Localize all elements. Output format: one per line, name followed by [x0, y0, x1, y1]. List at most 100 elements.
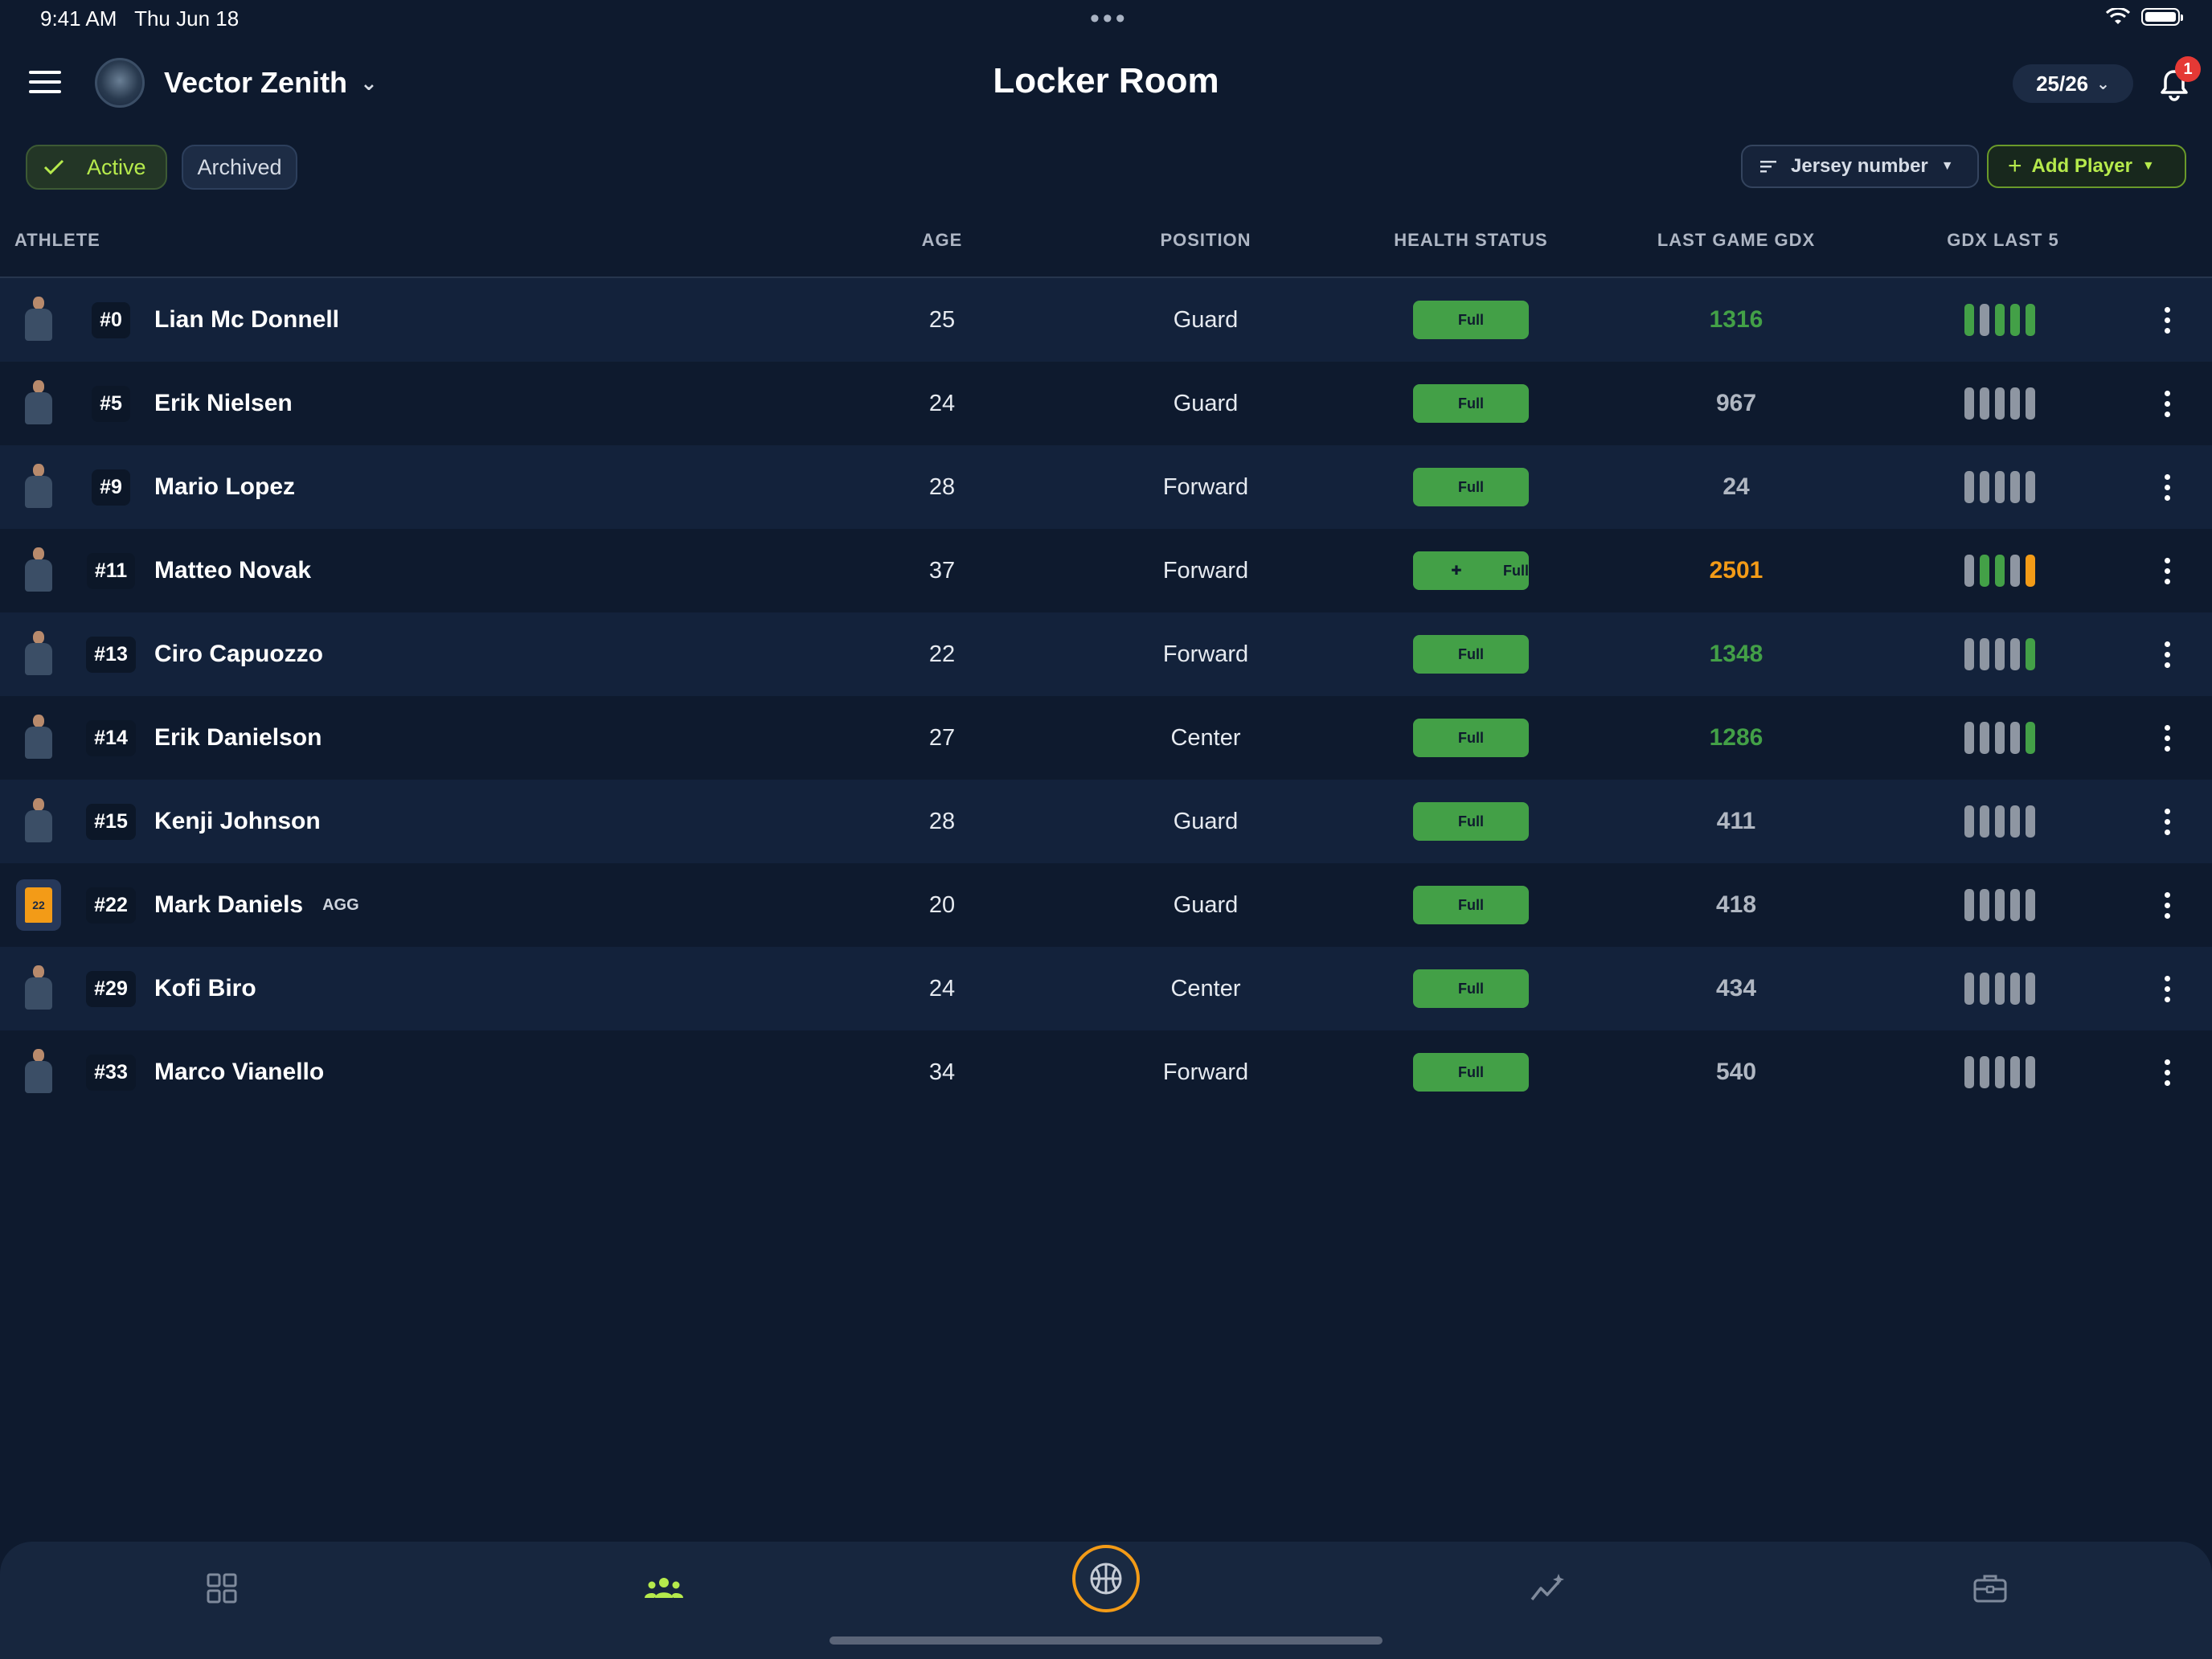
last-game-gdx-cell: 418: [1715, 891, 1757, 918]
filter-archived-chip[interactable]: Archived: [182, 145, 297, 190]
health-status-badge: Full: [1413, 886, 1529, 924]
athlete-name-cell[interactable]: Kenji Johnson: [154, 780, 321, 863]
season-selector[interactable]: 25/26 ⌄: [2013, 64, 2133, 103]
avatar-cell: [16, 362, 61, 445]
jersey-number-cell: #29: [84, 947, 138, 1030]
health-status-cell: Full: [1413, 445, 1529, 529]
gdx-bar: [2026, 471, 2035, 503]
column-header-health-status[interactable]: HEALTH STATUS: [1366, 230, 1575, 251]
more-vertical-icon: [2164, 306, 2170, 334]
table-row[interactable]: #0 Lian Mc Donnell 25 Guard Full 1316: [0, 278, 2212, 362]
gdx-bar: [2010, 805, 2020, 838]
jersey-number: #9: [92, 469, 130, 506]
column-header-last-game-gdx[interactable]: LAST GAME GDX: [1632, 230, 1841, 251]
row-more-button[interactable]: [2154, 1030, 2180, 1114]
avatar: [22, 715, 55, 761]
position-cell: Guard: [1173, 390, 1239, 416]
multitask-dots[interactable]: •••: [1090, 5, 1129, 32]
gdx-bar: [1995, 722, 2005, 754]
jersey-number-cell: #15: [84, 780, 138, 863]
sort-icon: [1760, 161, 1776, 173]
athlete-name: Matteo Novak: [154, 557, 312, 584]
athlete-name-cell[interactable]: Mario Lopez: [154, 445, 295, 529]
table-row[interactable]: #29 Kofi Biro 24 Center Full 434: [0, 947, 2212, 1030]
athlete-name-cell[interactable]: Lian Mc Donnell: [154, 278, 339, 362]
position-cell: Center: [1170, 975, 1241, 1002]
gdx-last-5-cell: [1964, 947, 2042, 1030]
table-row[interactable]: #9 Mario Lopez 28 Forward Full 24: [0, 445, 2212, 529]
sort-dropdown[interactable]: Jersey number ▼: [1741, 145, 1979, 188]
nav-analytics[interactable]: [1522, 1563, 1574, 1614]
row-more-button[interactable]: [2154, 696, 2180, 780]
athlete-name-cell[interactable]: Matteo Novak: [154, 529, 311, 612]
table-row[interactable]: #11 Matteo Novak 37 Forward ✚ Full 2501: [0, 529, 2212, 612]
row-more-button[interactable]: [2154, 445, 2180, 529]
row-more-button[interactable]: [2154, 362, 2180, 445]
table-row[interactable]: 22 #22 Mark Daniels AGG 20 Guard Full 418: [0, 863, 2212, 947]
athlete-name-cell[interactable]: Erik Nielsen: [154, 362, 293, 445]
gdx-bar: [2010, 973, 2020, 1005]
nav-game[interactable]: [1072, 1545, 1140, 1612]
chevron-down-icon: ⌄: [2096, 75, 2110, 93]
position-cell: Forward: [1162, 1059, 1249, 1085]
row-more-button[interactable]: [2154, 612, 2180, 696]
nav-dashboard[interactable]: [196, 1563, 248, 1614]
health-status-cell: Full: [1413, 863, 1529, 947]
athlete-name: Ciro Capuozzo: [154, 641, 323, 667]
jersey-number-cell: #11: [84, 529, 138, 612]
basketball-icon: [1090, 1563, 1122, 1595]
age-cell: 34: [928, 1059, 956, 1085]
table-row[interactable]: #33 Marco Vianello 34 Forward Full 540: [0, 1030, 2212, 1114]
health-status-cell: Full: [1413, 362, 1529, 445]
age-cell: 37: [928, 557, 956, 584]
table-row[interactable]: #13 Ciro Capuozzo 22 Forward Full 1348: [0, 612, 2212, 696]
health-status-badge: Full: [1413, 969, 1529, 1008]
row-more-button[interactable]: [2154, 780, 2180, 863]
health-status-badge: Full: [1413, 1053, 1529, 1092]
health-status-cell: ✚ Full: [1413, 529, 1529, 612]
athlete-name-cell[interactable]: Marco Vianello: [154, 1030, 324, 1114]
gdx-last-5-cell: [1964, 1030, 2042, 1114]
row-more-button[interactable]: [2154, 863, 2180, 947]
column-header-position[interactable]: POSITION: [1125, 230, 1286, 251]
athlete-name-cell[interactable]: Kofi Biro: [154, 947, 256, 1030]
filter-active-chip[interactable]: Active: [26, 145, 167, 190]
health-status-label: Full: [1458, 813, 1484, 830]
health-status-cell: Full: [1413, 612, 1529, 696]
team-icon: [645, 1578, 683, 1598]
status-bar-indicators: [2106, 8, 2183, 26]
health-status-label: Full: [1458, 1063, 1484, 1080]
column-header-age[interactable]: AGE: [894, 230, 990, 251]
health-status-badge: Full: [1413, 468, 1529, 506]
column-header-athlete[interactable]: ATHLETE: [14, 230, 100, 251]
jersey-number-cell: #5: [84, 362, 138, 445]
row-more-button[interactable]: [2154, 278, 2180, 362]
table-row[interactable]: #15 Kenji Johnson 28 Guard Full 411: [0, 780, 2212, 863]
row-more-button[interactable]: [2154, 529, 2180, 612]
nav-tools[interactable]: [1964, 1563, 2016, 1614]
add-player-button[interactable]: + Add Player ▼: [1987, 145, 2186, 188]
gdx-bar: [2010, 889, 2020, 921]
health-status-cell: Full: [1413, 696, 1529, 780]
gdx-bar: [1995, 555, 2005, 587]
jersey-number: #15: [86, 803, 136, 840]
athlete-name-cell[interactable]: Erik Danielson: [154, 696, 322, 780]
jersey-avatar: 22: [16, 879, 61, 931]
table-row[interactable]: #5 Erik Nielsen 24 Guard Full 967: [0, 362, 2212, 445]
health-status-label: Full: [1458, 729, 1484, 746]
gdx-bar: [1980, 471, 1989, 503]
table-row[interactable]: #14 Erik Danielson 27 Center Full 1286: [0, 696, 2212, 780]
home-indicator[interactable]: [830, 1636, 1382, 1645]
gdx-bar: [2026, 973, 2035, 1005]
column-header-gdx-last-5[interactable]: GDX LAST 5: [1913, 230, 2093, 251]
more-vertical-icon: [2164, 1059, 2170, 1086]
row-more-button[interactable]: [2154, 947, 2180, 1030]
athlete-name-cell[interactable]: Mark Daniels AGG: [154, 863, 359, 947]
nav-team[interactable]: [638, 1563, 690, 1614]
stats-icon: [1530, 1574, 1564, 1601]
athlete-name-cell[interactable]: Ciro Capuozzo: [154, 612, 323, 696]
avatar: [22, 464, 55, 510]
jersey-number: #29: [86, 970, 136, 1007]
gdx-last-5-cell: [1964, 696, 2042, 780]
gdx-last-5-cell: [1964, 612, 2042, 696]
